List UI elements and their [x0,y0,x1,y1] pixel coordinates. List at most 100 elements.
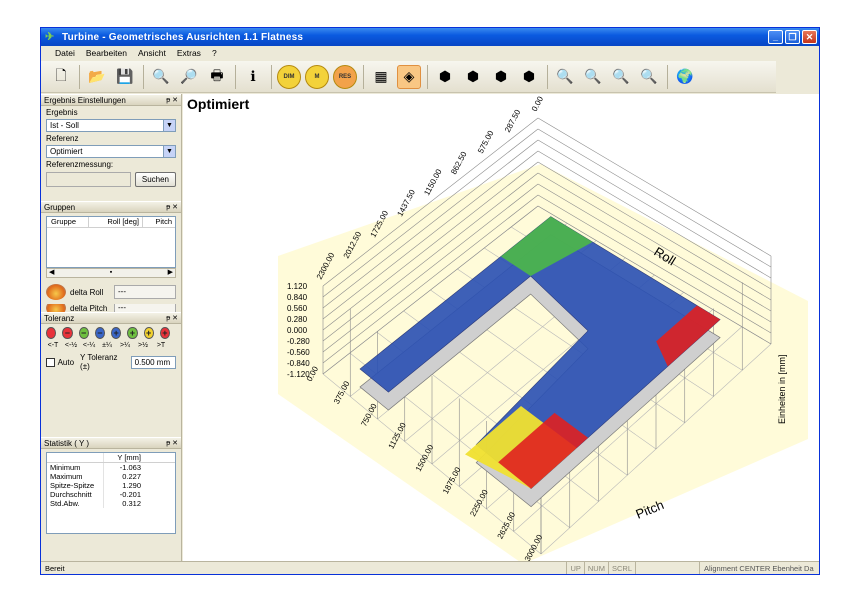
3d-view[interactable]: Optimiert 2300.00 2012.50 1725.00 1437.50 11… [183,94,819,564]
referenz-select[interactable]: Optimiert ▼ [46,145,176,158]
zoom-fit-icon[interactable]: 🔍 [609,65,633,89]
table-view-icon[interactable]: ▦ [369,65,393,89]
res-icon[interactable]: RES [333,64,357,89]
view-iso-icon[interactable]: ⬢ [517,65,541,89]
col-pitch[interactable]: Pitch [143,217,175,227]
info-icon[interactable]: ℹ [241,65,265,89]
tolerance-dot-0[interactable] [46,327,57,339]
gruppen-table[interactable]: Gruppe Roll [deg] Pitch [46,216,176,268]
turbine-app-icon: ✈ [45,31,55,43]
auto-checkbox[interactable] [46,357,55,367]
printer-icon[interactable]: 🖶 [205,65,229,89]
menu-help[interactable]: ? [212,48,217,58]
statistics-row: Minimum -1.063 [47,463,175,472]
gruppen-panel-controls[interactable]: ᵽ ✕ [163,202,181,212]
menu-datei[interactable]: Datei [55,48,75,58]
roll-tick-label: 287.50 [503,108,523,134]
zoom-out-icon[interactable]: 🔍 [581,65,605,89]
m-icon[interactable]: M [305,64,329,89]
ergebnis-label: Ergebnis [46,108,78,117]
zoom-in-icon[interactable]: 🔍 [553,65,577,89]
status-ready: Bereit [45,564,65,573]
tol-label: >T [156,342,166,349]
z-tick-label: -0.840 [287,359,310,368]
menu-bar: Datei Bearbeiten Ansicht Extras ? [41,46,819,60]
tol-label: >¼ [120,342,130,349]
tolerance-dot-2[interactable]: − [78,327,89,339]
ergebnis-select-value: Ist - Soll [50,121,79,130]
toleranz-panel-controls[interactable]: ᵽ ✕ [163,313,181,323]
tolerance-dot-1[interactable]: − [62,327,73,339]
z-tick-label: 0.280 [287,315,308,324]
y-tolerance-label: Y Toleranz (±) [80,353,118,371]
toolbar-separator [363,64,364,89]
ergebnis-panel-controls[interactable]: ᵽ ✕ [163,95,181,105]
statistics-rows: Minimum -1.063 Maximum 0.227 Spitze-Spitze 1.… [47,463,175,508]
tol-label: ±¼ [102,342,112,349]
print-preview-icon[interactable]: 🔍 [149,65,173,89]
statistics-row: Maximum 0.227 [47,472,175,481]
search-button[interactable]: Suchen [134,172,176,187]
maximize-button[interactable]: ❐ [785,30,800,44]
referenz-label: Referenz [46,134,79,143]
view-side-icon[interactable]: ⬢ [461,65,485,89]
referenzmessung-input[interactable] [46,172,131,187]
page-preview-icon[interactable]: 🔎 [177,65,201,89]
new-icon[interactable]: 🗋 [49,65,73,89]
dim-icon[interactable]: DIM [277,64,301,89]
roll-tick-label: 862.50 [449,150,469,176]
referenzmessung-label: Referenzmessung: [46,160,114,169]
view-top-icon[interactable]: ⬢ [489,65,513,89]
menu-ansicht[interactable]: Ansicht [138,48,166,58]
delta-roll-label: delta Roll [70,287,104,297]
window-title: Turbine - Geometrisches Ausrichten 1.1 F… [62,31,304,43]
statistics-key: Spitze-Spitze [50,481,95,490]
menu-extras[interactable]: Extras [177,48,201,58]
open-icon[interactable]: 📂 [85,65,109,89]
z-tick-label: 1.120 [287,282,308,291]
save-icon[interactable]: 💾 [113,65,137,89]
gruppen-scrollbar[interactable]: ◀ ▪ ▶ [46,268,176,278]
statistics-value: 0.227 [103,472,143,481]
3d-view-icon[interactable]: ◈ [397,64,421,89]
statistik-panel-controls[interactable]: ᵽ ✕ [163,438,181,448]
toolbar-separator [79,64,80,89]
view-front-icon[interactable]: ⬢ [433,65,457,89]
close-button[interactable]: ✕ [802,30,817,44]
toolbar-separator [235,64,236,89]
tolerance-dot-6[interactable]: + [143,327,154,339]
col-roll[interactable]: Roll [deg] [89,217,143,227]
zoom-pan-icon[interactable]: 🔍 [637,65,661,89]
statistics-value: 1.290 [103,481,143,490]
flatness-3d-plot[interactable]: 2300.002012.501725.001437.501150.00862.5… [183,94,819,564]
tolerance-dot-5[interactable]: + [127,327,138,339]
toolbar-separator [143,64,144,89]
y-tolerance-input[interactable]: 0.500 mm [130,355,176,369]
minimize-button[interactable]: _ [768,30,783,44]
status-num: NUM [583,562,608,574]
statistics-table: Y [mm] Minimum -1.063 Maximum 0.227 Spitze-S… [46,452,176,534]
left-panel: Ergebnis Einstellungen ᵽ ✕ Ergebnis Ist … [41,94,182,564]
title-bar: ✈ Turbine - Geometrisches Ausrichten 1.1… [41,28,819,46]
toolbar-separator [667,64,668,89]
tolerance-dot-3[interactable]: − [94,327,105,339]
tol-label: <-T [47,342,59,349]
tol-label: <-¼ [82,342,96,349]
referenz-select-value: Optimiert [50,147,83,156]
col-gruppe[interactable]: Gruppe [47,217,89,227]
tolerance-dot-4[interactable]: + [111,327,122,339]
statistics-value: -1.063 [103,463,143,472]
tolerance-dot-7[interactable]: + [159,327,170,339]
status-bar: Bereit UP NUM SCRL Alignment CENTER Eben… [41,561,819,574]
roll-tick-label: 1150.00 [422,167,444,197]
menu-bearbeiten[interactable]: Bearbeiten [86,48,127,58]
z-tick-label: -0.280 [287,337,310,346]
ergebnis-select[interactable]: Ist - Soll ▼ [46,119,176,132]
chevron-down-icon[interactable]: ▼ [163,146,175,157]
globe-icon[interactable]: 🌍 [673,65,697,89]
ergebnis-panel-title: Ergebnis Einstellungen [44,96,126,105]
tolerance-dots: − − − + + + + [46,327,176,339]
z-tick-label: 0.000 [287,326,308,335]
delta-pitch-icon [46,304,66,312]
chevron-down-icon[interactable]: ▼ [163,120,175,131]
